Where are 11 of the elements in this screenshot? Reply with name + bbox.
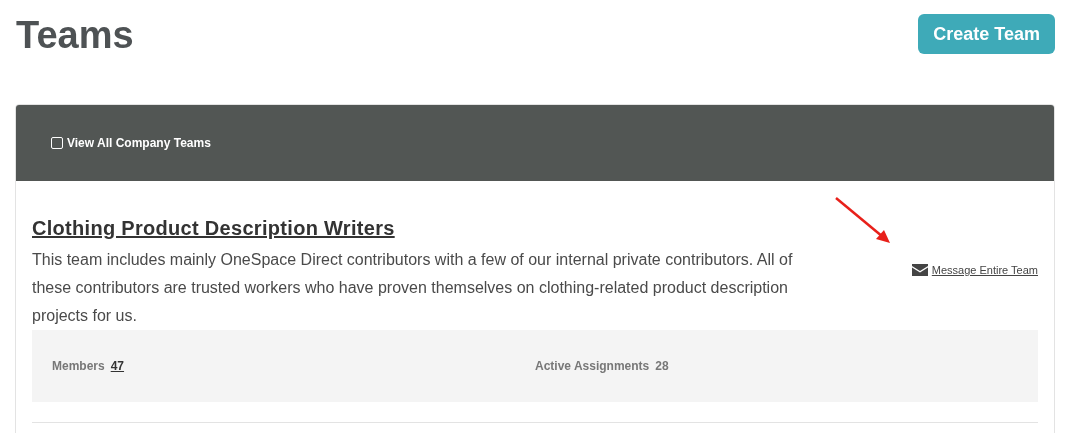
team-name-link[interactable]: Clothing Product Description Writers — [32, 217, 395, 240]
team-description: This team includes mainly OneSpace Direct contributors with a few of our internal private contributors. All of these contributors are trusted workers who have proven themselves on clothing-related product description projects for us. — [32, 250, 794, 326]
page-title: Teams — [15, 14, 134, 56]
members-label: Members — [52, 359, 105, 373]
message-team-link[interactable]: Message Entire Team — [911, 263, 1038, 277]
view-all-checkbox[interactable]: View All Company Teams — [51, 136, 211, 150]
members-count-link[interactable]: 47 — [110, 359, 125, 373]
envelope-icon — [911, 264, 928, 276]
assignments-label: Active Assignments — [535, 359, 650, 373]
annotation-arrow — [835, 197, 890, 243]
assignments-count: 28 — [655, 359, 669, 373]
